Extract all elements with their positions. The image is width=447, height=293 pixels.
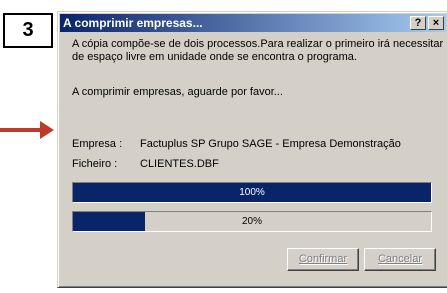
confirm-button[interactable]: Confirmar <box>287 248 359 271</box>
step-number: 3 <box>22 19 34 41</box>
file-progress-bar: 20% <box>72 211 432 232</box>
arrow-right-icon <box>0 121 54 139</box>
cancel-button-label: Cancelar <box>377 253 423 265</box>
close-button[interactable]: × <box>428 16 444 30</box>
ficheiro-label: Ficheiro : <box>72 158 118 170</box>
close-icon: × <box>432 17 440 29</box>
step-number-badge: 3 <box>3 13 53 48</box>
status-text: A comprimir empresas, aguarde por favor.… <box>72 86 283 98</box>
overall-progress-bar: 100% <box>72 182 432 203</box>
progress-label: 100% <box>239 187 265 198</box>
help-icon: ? <box>414 17 422 29</box>
empresa-label: Empresa : <box>72 138 123 150</box>
description-text: A cópia compõe-se de dois processos.Para… <box>72 38 444 63</box>
help-button[interactable]: ? <box>410 16 426 30</box>
compress-dialog: A comprimir empresas... ? × A cópia comp… <box>57 11 447 288</box>
empresa-value: Factuplus SP Grupo SAGE - Empresa Demons… <box>140 138 401 150</box>
cancel-button[interactable]: Cancelar <box>364 248 436 271</box>
window-title: A comprimir empresas... <box>63 16 203 30</box>
confirm-button-label: Confirmar <box>298 253 348 265</box>
progress-label: 20% <box>241 216 262 227</box>
ficheiro-value: CLIENTES.DBF <box>140 158 219 170</box>
title-bar: A comprimir empresas... ? × <box>60 14 446 32</box>
